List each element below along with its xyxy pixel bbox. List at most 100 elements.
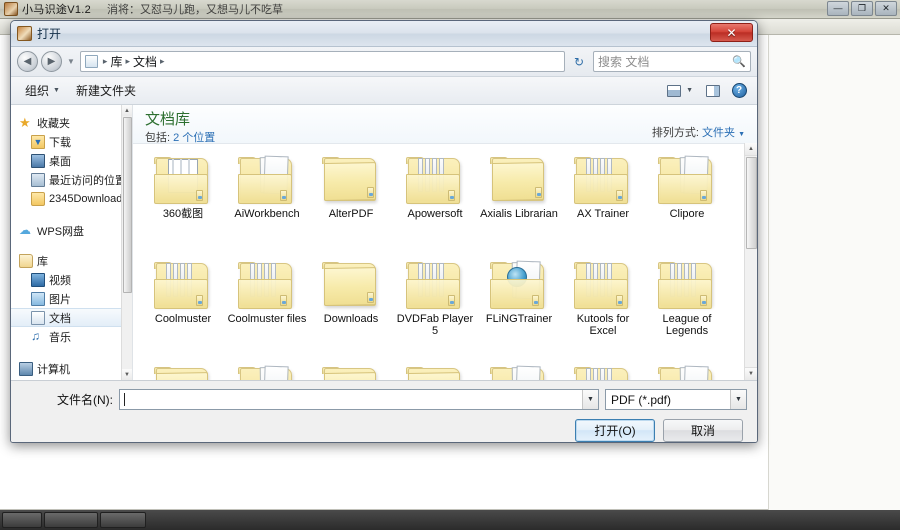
folder-front-flap xyxy=(324,372,376,380)
file-grid: 360截图AiWorkbenchAlterPDFApowersoftAxiali… xyxy=(133,144,757,380)
taskbar-button[interactable] xyxy=(2,512,42,528)
scroll-up-arrow-icon[interactable]: ▲ xyxy=(745,143,757,156)
file-item[interactable]: AX Trainer xyxy=(561,150,645,255)
sidebar-scrollbar[interactable]: ▲ ▼ xyxy=(121,105,132,380)
file-list-scroll-area[interactable]: 360截图AiWorkbenchAlterPDFApowersoftAxiali… xyxy=(133,143,757,380)
breadcrumb-separator[interactable]: ▸ xyxy=(159,56,166,67)
new-folder-button[interactable]: 新建文件夹 xyxy=(68,79,144,102)
folder-icon xyxy=(406,364,464,380)
navigation-sidebar: ★ 收藏夹 ▼ 下载 桌面 最近访问的位置 2345Download xyxy=(11,105,133,380)
scroll-up-arrow-icon[interactable]: ▲ xyxy=(122,105,132,116)
file-item[interactable] xyxy=(141,360,225,380)
file-list-scrollbar[interactable]: ▲ ▼ xyxy=(744,143,757,380)
file-item[interactable]: AiWorkbench xyxy=(225,150,309,255)
file-content-area: 文档库 包括: 2 个位置 排列方式: 文件夹 ▼ 360截图AiWorkben… xyxy=(133,105,757,380)
chevron-down-icon[interactable]: ▼ xyxy=(730,390,746,409)
dialog-close-button[interactable]: ✕ xyxy=(710,23,753,42)
file-item[interactable]: Coolmuster files xyxy=(225,255,309,360)
sidebar-item-label: 最近访问的位置 xyxy=(49,172,126,188)
folder-icon xyxy=(490,364,548,380)
library-header-text: 文档库 包括: 2 个位置 xyxy=(145,111,215,145)
folder-notch xyxy=(535,187,542,198)
file-item[interactable]: DVDFab Player 5 xyxy=(393,255,477,360)
file-item[interactable]: Coolmuster xyxy=(141,255,225,360)
file-type-filter-combobox[interactable]: PDF (*.pdf) ▼ xyxy=(605,389,747,410)
file-item[interactable]: Downloads xyxy=(309,255,393,360)
file-item[interactable]: Clipore xyxy=(645,150,729,255)
open-button[interactable]: 打开(O) xyxy=(575,419,655,442)
sidebar-item-desktop[interactable]: 桌面 xyxy=(11,151,132,170)
file-item[interactable]: Apowersoft xyxy=(393,150,477,255)
sidebar-item-wps-cloud[interactable]: ☁ WPS网盘 xyxy=(11,221,132,240)
taskbar-button[interactable] xyxy=(44,512,98,528)
folder-front-flap xyxy=(574,279,628,309)
app-maximize-button[interactable]: ❐ xyxy=(851,1,873,16)
app-close-button[interactable]: ✕ xyxy=(875,1,897,16)
folder-icon xyxy=(406,259,464,309)
breadcrumb-item-documents[interactable]: 文档 xyxy=(133,53,157,70)
sidebar-item-videos[interactable]: 视频 xyxy=(11,270,132,289)
folder-preview-files xyxy=(586,368,616,380)
text-cursor xyxy=(124,393,125,406)
file-item[interactable] xyxy=(561,360,645,380)
sidebar-item-recent-places[interactable]: 最近访问的位置 xyxy=(11,170,132,189)
preview-pane-button[interactable] xyxy=(701,81,725,101)
arrange-value[interactable]: 文件夹 xyxy=(702,127,735,139)
help-button[interactable]: ? xyxy=(727,81,751,101)
sidebar-item-label: 图片 xyxy=(49,291,71,307)
chevron-down-icon[interactable]: ▼ xyxy=(582,390,598,409)
folder-notch xyxy=(196,295,203,306)
file-list-scrollbar-thumb[interactable] xyxy=(746,157,757,249)
sidebar-item-favorites[interactable]: ★ 收藏夹 xyxy=(11,113,132,132)
file-item-label: League of Legends xyxy=(646,313,728,337)
file-item[interactable]: 360截图 xyxy=(141,150,225,255)
breadcrumb-separator[interactable]: ▸ xyxy=(124,56,131,67)
arrange-by-control[interactable]: 排列方式: 文件夹 ▼ xyxy=(652,111,745,140)
folder-notch xyxy=(448,295,455,306)
change-view-button[interactable] xyxy=(662,81,686,101)
scroll-down-arrow-icon[interactable]: ▼ xyxy=(122,369,132,380)
file-item[interactable]: Axialis Librarian xyxy=(477,150,561,255)
filename-combobox[interactable]: ▼ xyxy=(119,389,599,410)
breadcrumb-separator[interactable]: ▸ xyxy=(102,56,109,67)
scroll-down-arrow-icon[interactable]: ▼ xyxy=(745,367,757,380)
breadcrumb[interactable]: ▸ 库 ▸ 文档 ▸ xyxy=(80,51,565,72)
cloud-icon: ☁ xyxy=(19,224,33,238)
file-item[interactable] xyxy=(645,360,729,380)
file-item[interactable]: League of Legends xyxy=(645,255,729,360)
sidebar-item-music[interactable]: ♫ 音乐 xyxy=(11,327,132,346)
video-library-icon xyxy=(31,273,45,287)
back-button[interactable]: ◀ xyxy=(17,51,38,72)
folder-notch xyxy=(700,295,707,306)
file-type-filter-value: PDF (*.pdf) xyxy=(611,393,730,407)
documents-library-icon xyxy=(31,311,45,325)
file-item-label: DVDFab Player 5 xyxy=(394,313,476,337)
sidebar-item-libraries[interactable]: 库 xyxy=(11,251,132,270)
sidebar-scrollbar-thumb[interactable] xyxy=(123,117,132,293)
sidebar-item-downloads[interactable]: ▼ 下载 xyxy=(11,132,132,151)
app-minimize-button[interactable]: — xyxy=(827,1,849,16)
file-item[interactable]: FLiNGTrainer xyxy=(477,255,561,360)
file-item[interactable] xyxy=(477,360,561,380)
search-input[interactable]: 搜索 文档 🔍 xyxy=(593,51,751,72)
sidebar-item-computer[interactable]: 计算机 xyxy=(11,359,132,378)
taskbar-button[interactable] xyxy=(100,512,146,528)
organize-button[interactable]: 组织 ▼ xyxy=(17,79,68,102)
chevron-down-icon[interactable]: ▼ xyxy=(738,131,745,138)
chevron-down-icon[interactable]: ▼ xyxy=(67,57,75,66)
music-library-icon: ♫ xyxy=(31,330,45,344)
sidebar-item-pictures[interactable]: 图片 xyxy=(11,289,132,308)
breadcrumb-item-library[interactable]: 库 xyxy=(110,53,122,70)
file-item-label: AX Trainer xyxy=(562,208,644,220)
file-item[interactable] xyxy=(393,360,477,380)
sidebar-item-2345download[interactable]: 2345Download xyxy=(11,189,132,208)
cancel-button[interactable]: 取消 xyxy=(663,419,743,442)
chevron-down-icon[interactable]: ▼ xyxy=(686,87,693,94)
refresh-icon[interactable]: ↻ xyxy=(569,51,589,72)
file-item[interactable] xyxy=(225,360,309,380)
file-item[interactable] xyxy=(309,360,393,380)
file-item[interactable]: AlterPDF xyxy=(309,150,393,255)
file-item[interactable]: Kutools for Excel xyxy=(561,255,645,360)
sidebar-item-documents[interactable]: 文档 xyxy=(11,308,132,327)
forward-button[interactable]: ▶ xyxy=(41,51,62,72)
